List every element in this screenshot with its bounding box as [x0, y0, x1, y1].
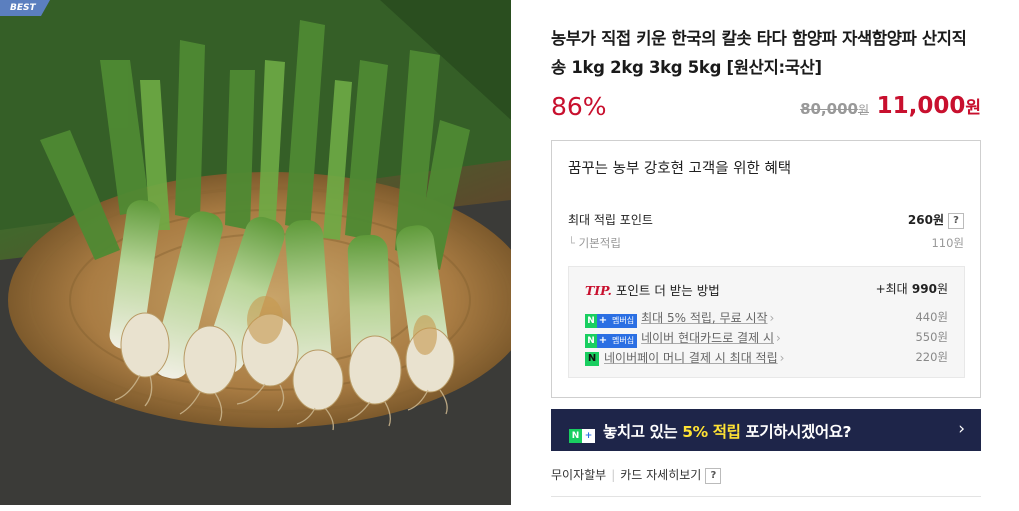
original-price-value: 80,000 — [800, 100, 858, 118]
naver-pay-icon: N — [585, 351, 599, 366]
max-point-label: 최대 적립 포인트 — [568, 213, 653, 227]
plus-mark: + — [597, 333, 609, 348]
max-point-value: 260원 — [907, 213, 944, 227]
benefit-heading: 꿈꾸는 농부 강호현 고객을 위한 혜택 — [568, 161, 792, 177]
product-detail-page: BEST 농부가 직접 키운 한국의 칼솟 타다 함양파 자색함양파 산지직송 … — [0, 0, 1019, 511]
link-separator: | — [611, 468, 616, 482]
tip-max-value: 990 — [911, 282, 937, 296]
basic-point-value: 110원 — [931, 236, 964, 250]
tip-item-text[interactable]: 네이버 현대카드로 결제 시 — [641, 331, 774, 345]
membership-mark: 멤버십 — [609, 333, 638, 348]
original-price: 80,000원 — [800, 100, 869, 118]
tip-item-amount: 220원 — [915, 350, 948, 364]
plus-mark: + — [582, 429, 595, 443]
card-detail-link[interactable]: 카드 자세히보기 — [620, 468, 701, 482]
naver-n-mark: N — [569, 429, 582, 443]
original-price-unit: 원 — [857, 103, 869, 117]
naver-plus-membership-icon: N + 멤버십 — [585, 312, 638, 328]
tip-item-amount: 550원 — [915, 330, 948, 344]
banner-highlight: 5% 적립 — [682, 423, 741, 441]
chevron-right-icon: › — [958, 419, 965, 439]
tip-item-amount: 440원 — [915, 310, 948, 324]
banner-text-before: 놓치고 있는 — [603, 423, 683, 441]
tip-item-membership[interactable]: N + 멤버십 최대 5% 적립, 무료 시작 › 440원 — [585, 309, 948, 328]
naver-n-mark: N — [585, 333, 597, 348]
max-point-row: 최대 적립 포인트 260원? — [568, 211, 964, 229]
tip-title-text: 포인트 더 받는 방법 — [615, 283, 720, 298]
tip-max-prefix: +최대 — [875, 282, 908, 296]
basic-point-label: 기본적립 — [568, 235, 621, 251]
naver-plus-membership-icon: N + 멤버십 — [585, 332, 638, 348]
benefit-box: 꿈꾸는 농부 강호현 고객을 위한 혜택 최대 적립 포인트 260원? 기본적… — [551, 140, 981, 398]
help-icon[interactable]: ? — [705, 467, 722, 484]
membership-banner[interactable]: N + 놓치고 있는 5% 적립 포기하시겠어요? › — [551, 409, 981, 451]
chevron-right-icon: › — [775, 331, 781, 345]
sale-price-value: 11,000 — [876, 93, 966, 119]
banner-text-after: 포기하시겠어요? — [740, 423, 852, 441]
product-image[interactable]: BEST — [0, 0, 511, 505]
tip-item-hyundai-card[interactable]: N + 멤버십 네이버 현대카드로 결제 시 › 550원 — [585, 329, 948, 348]
tip-item-naverpay-money[interactable]: N 네이버페이 머니 결제 시 최대 적립 › 220원 — [585, 349, 948, 366]
sale-price-unit: 원 — [965, 98, 981, 118]
plus-mark: + — [597, 313, 609, 328]
divider — [551, 496, 981, 497]
membership-mark: 멤버십 — [609, 313, 638, 328]
banner-text: 놓치고 있는 5% 적립 포기하시겠어요? — [603, 420, 852, 442]
chevron-right-icon: › — [769, 311, 775, 325]
naver-n-mark: N — [585, 313, 597, 328]
installment-link[interactable]: 무이자할부 — [551, 468, 606, 482]
tip-label: TIP. — [585, 283, 612, 298]
chevron-right-icon: › — [779, 351, 785, 365]
payment-links: 무이자할부 | 카드 자세히보기? — [551, 466, 722, 484]
sale-price: 11,000원 — [877, 93, 981, 119]
tip-max-unit: 원 — [936, 282, 948, 296]
green-onion-basket-illustration — [0, 0, 511, 505]
tip-box: TIP. 포인트 더 받는 방법 +최대 990원 N + 멤버십 최대 5% 적립, … — [568, 266, 965, 378]
product-title: 농부가 직접 키운 한국의 칼솟 타다 함양파 자색함양파 산지직송 1kg 2… — [551, 29, 967, 77]
price-row: 86% 80,000원 11,000원 — [551, 92, 981, 126]
tip-title: TIP. 포인트 더 받는 방법 — [585, 280, 720, 299]
help-icon[interactable]: ? — [948, 212, 964, 229]
discount-rate: 86% — [551, 92, 607, 121]
max-point-value-wrap: 260원? — [908, 211, 964, 229]
basic-point-row: 기본적립 110원 — [568, 235, 964, 251]
tip-item-text[interactable]: 최대 5% 적립, 무료 시작 — [641, 311, 767, 325]
tip-max: +최대 990원 — [876, 280, 948, 297]
naver-plus-icon: N + — [569, 423, 595, 443]
tip-item-text[interactable]: 네이버페이 머니 결제 시 최대 적립 — [604, 351, 778, 365]
